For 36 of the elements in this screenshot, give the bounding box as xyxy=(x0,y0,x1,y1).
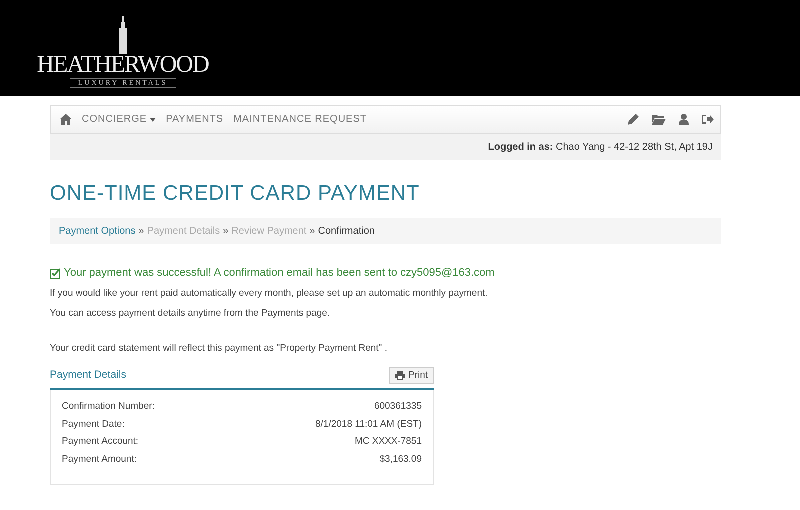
detail-label: Payment Account: xyxy=(62,435,139,449)
breadcrumb-item: Payment Details xyxy=(147,226,220,236)
folder-icon[interactable] xyxy=(652,114,666,125)
checkbox-icon xyxy=(50,268,61,278)
breadcrumb-separator: » xyxy=(310,226,316,236)
info-text: If you would like your rent paid automatically every month, please set up an automatic monthly payment. xyxy=(50,288,489,299)
logged-in-text: Logged in as: Chao Yang - 42-12 28th St, Apt 19J xyxy=(488,142,713,152)
brand-name: HEATHERWOOD xyxy=(37,52,209,78)
panel-title: Payment Details xyxy=(50,369,126,381)
breadcrumb-separator: » xyxy=(138,226,144,236)
caret-icon xyxy=(150,118,156,122)
page-title: ONE-TIME CREDIT CARD PAYMENT xyxy=(50,182,421,206)
breadcrumb-item: Review Payment xyxy=(232,226,307,236)
nav-link[interactable]: MAINTENANCE REQUEST xyxy=(234,114,367,125)
nav-link[interactable]: PAYMENTS xyxy=(166,114,224,125)
breadcrumb-item: Confirmation xyxy=(318,226,375,236)
printer-icon xyxy=(395,370,406,380)
detail-value: MC XXXX-7851 xyxy=(354,435,422,449)
detail-value: 600361335 xyxy=(374,400,422,414)
detail-value: $3,163.09 xyxy=(380,452,422,466)
detail-label: Payment Amount: xyxy=(62,452,137,466)
info-text: You can access payment details anytime from the Payments page. xyxy=(50,308,332,319)
nav-link[interactable]: CONCIERGE xyxy=(82,114,156,125)
info-text: Your credit card statement will reflect this payment as "Property Payment Rent" . xyxy=(50,343,388,354)
home-icon[interactable] xyxy=(60,114,72,125)
sign-out-icon[interactable] xyxy=(702,114,714,125)
breadcrumb-item[interactable]: Payment Options xyxy=(59,226,136,236)
print-button[interactable]: Print xyxy=(389,366,434,384)
pencil-icon[interactable] xyxy=(628,114,639,125)
breadcrumb-separator: » xyxy=(223,226,229,236)
detail-label: Confirmation Number: xyxy=(62,400,155,414)
detail-value: 8/1/2018 11:01 AM (EST) xyxy=(316,418,422,432)
detail-label: Payment Date: xyxy=(62,418,125,432)
user-icon[interactable] xyxy=(679,114,689,125)
tower-icon xyxy=(116,16,130,54)
success-message: Your payment was successful! A confirmation email has been sent to czy5095@163.com xyxy=(64,267,495,279)
